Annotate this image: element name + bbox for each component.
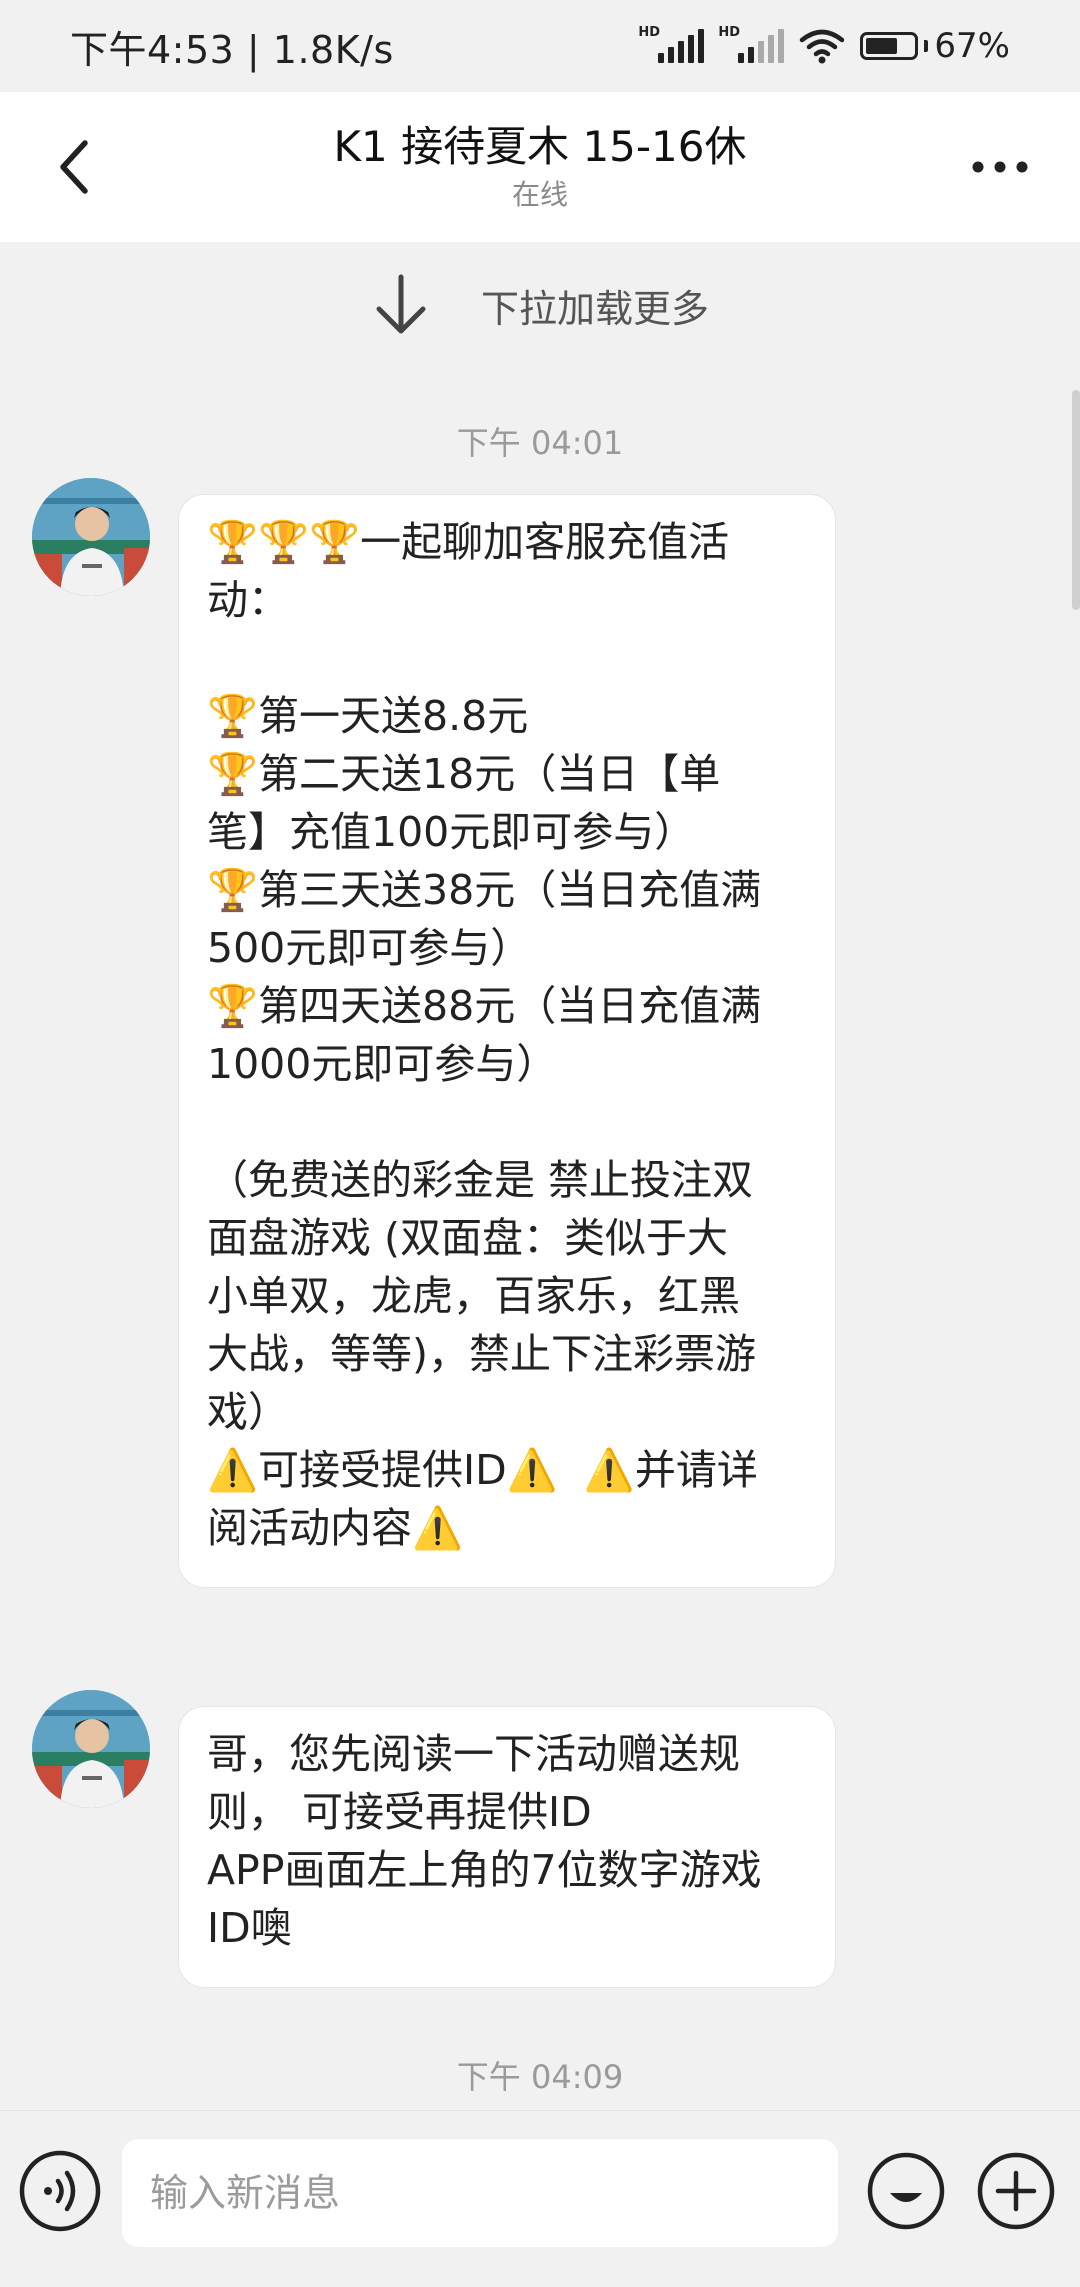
emoji-button[interactable] bbox=[864, 2149, 948, 2233]
message-line: 大战，等等)，禁止下注彩票游 bbox=[207, 1330, 756, 1378]
signal-icon: HD bbox=[718, 25, 785, 63]
wifi-icon bbox=[800, 29, 845, 64]
input-bar bbox=[0, 2110, 1080, 2287]
avatar[interactable] bbox=[32, 1690, 150, 1808]
battery-fill bbox=[866, 38, 898, 54]
message-line: 500元即可参与） bbox=[207, 924, 532, 972]
message-line bbox=[207, 1093, 809, 1151]
page-title: K1 接待夏木 15-16休 bbox=[333, 122, 747, 171]
message-line: 🏆第二天送18元（当日【单 bbox=[207, 750, 721, 798]
more-button[interactable] bbox=[960, 132, 1040, 202]
message-line: 小单双，龙虎，百家乐，红黑 bbox=[207, 1272, 740, 1320]
message-line: 1000元即可参与） bbox=[207, 1040, 558, 1088]
message-line: 哥，您先阅读一下活动赠送规 bbox=[207, 1730, 740, 1778]
chat-header: K1 接待夏木 15-16休 在线 bbox=[0, 92, 1080, 242]
message-line: 戏） bbox=[207, 1388, 289, 1436]
plus-icon bbox=[977, 2152, 1055, 2230]
status-time-speed: 下午4:53 | 1.8K/s bbox=[70, 27, 394, 72]
more-horizontal-icon bbox=[972, 161, 1028, 173]
message-text: 🏆🏆🏆一起聊加客服充值活 动： 🏆第一天送8.8元 🏆第二天送18元（当日【单 笔】充值… bbox=[207, 513, 809, 1557]
status-bar: 下午4:53 | 1.8K/s HD HD 67% bbox=[0, 0, 1080, 92]
message-bubble[interactable]: 🏆🏆🏆一起聊加客服充值活 动： 🏆第一天送8.8元 🏆第二天送18元（当日【单 笔】充值… bbox=[178, 494, 836, 1588]
message-input[interactable] bbox=[122, 2139, 838, 2247]
title-block: K1 接待夏木 15-16休 在线 bbox=[333, 119, 746, 215]
message-timestamp: 下午 04:01 bbox=[456, 424, 624, 462]
pull-to-load[interactable]: 下拉加载更多 bbox=[0, 270, 1080, 340]
pull-to-load-label: 下拉加载更多 bbox=[480, 286, 709, 331]
message-line: ID噢 bbox=[207, 1904, 292, 1952]
emoji-icon bbox=[867, 2152, 945, 2230]
message-line: 面盘游戏 (双面盘：类似于大 bbox=[207, 1214, 729, 1262]
message-line: 阅活动内容⚠️ bbox=[207, 1504, 464, 1552]
message-text: 哥，您先阅读一下活动赠送规 则， 可接受再提供ID APP画面左上角的7位数字游戏 I… bbox=[207, 1725, 809, 1957]
avatar-image bbox=[32, 478, 150, 596]
chat-screen: 下午4:53 | 1.8K/s HD HD 67% K1 接待夏木 15-16休… bbox=[0, 0, 1080, 2287]
plus-button[interactable] bbox=[974, 2149, 1058, 2233]
voice-icon bbox=[19, 2150, 101, 2232]
battery-icon: 67% bbox=[860, 26, 1010, 66]
message-line: APP画面左上角的7位数字游戏 bbox=[207, 1846, 762, 1894]
back-button[interactable] bbox=[40, 132, 110, 202]
message-line: 动： bbox=[207, 576, 289, 624]
arrow-down-icon bbox=[376, 274, 426, 334]
signal-icon: HD bbox=[638, 25, 705, 63]
message-line: （免费送的彩金是 禁止投注双 bbox=[207, 1156, 754, 1204]
voice-button[interactable] bbox=[18, 2149, 102, 2233]
chevron-left-icon bbox=[60, 140, 88, 194]
message-line: 笔】充值100元即可参与） bbox=[207, 808, 696, 856]
message-line: ⚠️可接受提供ID⚠️ ⚠️并请详 bbox=[207, 1446, 758, 1494]
avatar-image bbox=[32, 1690, 150, 1808]
message-line: 🏆第一天送8.8元 bbox=[207, 692, 529, 740]
avatar[interactable] bbox=[32, 478, 150, 596]
message-line: 🏆第三天送38元（当日充值满 bbox=[207, 866, 762, 914]
message-line: 🏆🏆🏆一起聊加客服充值活 bbox=[207, 518, 730, 566]
message-timestamp: 下午 04:09 bbox=[456, 2058, 624, 2096]
signal-hd-label: HD bbox=[718, 25, 741, 40]
message-bubble[interactable]: 哥，您先阅读一下活动赠送规 则， 可接受再提供ID APP画面左上角的7位数字游戏 I… bbox=[178, 1706, 836, 1988]
status-icons: HD HD 67% bbox=[638, 25, 1010, 66]
signal-hd-label: HD bbox=[638, 25, 661, 40]
battery-text: 67% bbox=[934, 26, 1010, 66]
online-status: 在线 bbox=[511, 178, 568, 211]
message-line: 🏆第四天送88元（当日充值满 bbox=[207, 982, 762, 1030]
message-line: 则， 可接受再提供ID bbox=[207, 1788, 592, 1836]
message-line bbox=[207, 629, 809, 687]
